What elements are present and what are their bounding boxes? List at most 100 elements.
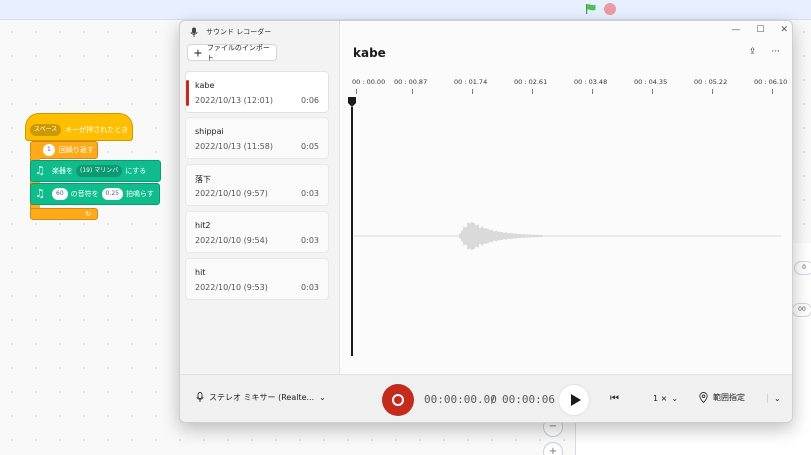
repeat-block-label: 回繰り返す (58, 146, 94, 154)
playback-speed-value: 1 × (653, 394, 668, 403)
timeline-tick-mark (712, 89, 713, 94)
timeline-tick-mark (472, 89, 473, 94)
recording-name: 落下 (195, 175, 211, 184)
timeline-tick-label: 00 : 01.74 (454, 78, 488, 86)
stop-icon[interactable] (604, 3, 616, 15)
total-time: 00:00:06 (502, 393, 555, 406)
recording-item-shippai[interactable]: shippai 2022/10/13 (11:58) 0:05 (185, 117, 329, 159)
title-bar[interactable]: サウンド レコーダー (180, 21, 339, 43)
microphone-app-icon (190, 27, 198, 37)
timeline-tick-mark (772, 89, 773, 94)
repeat-count-input[interactable]: 1 (43, 144, 55, 156)
recording-date: 2022/10/10 (9:53) (195, 283, 268, 292)
timeline-tick-mark (592, 89, 593, 94)
timeline-tick-label: 00 : 02.61 (514, 78, 548, 86)
record-icon (392, 394, 404, 406)
sound-recorder-window: サウンド レコーダー ファイルのインポート kabe 2022/10/13 (1… (179, 20, 793, 423)
app-title: サウンド レコーダー (206, 28, 272, 36)
plus-icon (194, 49, 202, 56)
instrument-dropdown[interactable]: (19) マリンバ (76, 165, 123, 177)
repeat-block[interactable]: 1 回繰り返す (30, 141, 98, 159)
recordings-sidebar: サウンド レコーダー ファイルのインポート kabe 2022/10/13 (1… (180, 21, 339, 374)
recording-duration: 0:06 (301, 96, 319, 105)
microphone-select[interactable]: ステレオ ミキサー (Realte... ⌄ (196, 392, 326, 403)
close-icon[interactable]: ✕ (780, 25, 788, 35)
recording-name: hit (195, 268, 206, 277)
timeline-tick-label: 00 : 00.00 (352, 78, 386, 86)
recording-date: 2022/10/13 (11:58) (195, 142, 273, 151)
playback-panel: — ☐ ✕ kabe ⇪ ··· 00 : 00.00 00 : 00.87 00 … (339, 21, 792, 374)
share-icon[interactable]: ⇪ (749, 47, 757, 57)
more-options-icon[interactable]: ··· (771, 47, 780, 57)
sprite-field-size[interactable]: 00 (792, 303, 811, 317)
chevron-down-icon: ⌄ (319, 393, 326, 402)
beats-suffix-label: 拍鳴らす (126, 190, 154, 198)
recording-date: 2022/10/10 (9:54) (195, 236, 268, 245)
timeline-tick-label: 00 : 05.22 (694, 78, 728, 86)
range-select-button[interactable]: 範囲指定 (699, 392, 745, 403)
instrument-suffix-label: にする (125, 167, 147, 175)
play-note-block[interactable]: ♫ 60 の音符を 0.25 拍鳴らす (30, 183, 160, 205)
recording-name: hit2 (195, 221, 211, 230)
sprite-field-x[interactable]: 0 (794, 261, 811, 275)
set-instrument-block[interactable]: ♫ 楽器を (19) マリンバ にする (30, 160, 161, 182)
timeline-tick-mark (356, 89, 357, 94)
timeline-tick-label: 00 : 06.10 (754, 78, 788, 86)
timeline-tick-mark (532, 89, 533, 94)
recording-item-rakka[interactable]: 落下 2022/10/10 (9:57) 0:03 (185, 164, 329, 206)
recording-item-hit2[interactable]: hit2 2022/10/10 (9:54) 0:03 (185, 211, 329, 253)
music-note-icon: ♫ (35, 164, 45, 177)
timeline-ruler[interactable]: 00 : 00.00 00 : 00.87 00 : 01.74 00 : 02.61… (352, 78, 787, 98)
recording-title[interactable]: kabe (353, 46, 386, 60)
selection-indicator (186, 80, 189, 106)
recording-item-kabe[interactable]: kabe 2022/10/13 (12:01) 0:06 (185, 71, 329, 113)
import-file-button[interactable]: ファイルのインポート (187, 43, 277, 62)
key-dropdown[interactable]: スペース (30, 124, 62, 136)
waveform[interactable] (354, 176, 784, 296)
play-icon (570, 394, 581, 406)
playhead-line (351, 107, 353, 356)
range-options-chevron-icon[interactable]: ⌄ (767, 394, 781, 403)
pin-icon (699, 392, 708, 403)
record-button[interactable] (382, 384, 414, 416)
recording-date: 2022/10/10 (9:57) (195, 189, 268, 198)
playback-speed-select[interactable]: 1 × ⌄ (653, 394, 678, 403)
play-button[interactable] (558, 384, 590, 416)
timeline-tick-label: 00 : 04.35 (634, 78, 668, 86)
recording-name: shippai (195, 127, 224, 136)
recording-duration: 0:05 (301, 142, 319, 151)
current-time: 00:00:00.00 (424, 393, 497, 406)
skip-back-icon[interactable]: ⏮ (610, 393, 619, 404)
recording-name: kabe (195, 81, 215, 90)
stage-toolbar (0, 0, 811, 20)
repeat-block-end: ↻ (30, 208, 98, 220)
import-file-label: ファイルのインポート (206, 43, 270, 62)
transport-bar: ステレオ ミキサー (Realte... ⌄ 00:00:00.00 / 00:… (180, 374, 792, 422)
microphone-device-label: ステレオ ミキサー (Realte... (209, 393, 315, 402)
timeline-tick-mark (652, 89, 653, 94)
timeline-tick-label: 00 : 03.48 (574, 78, 608, 86)
time-separator: / (491, 393, 495, 406)
recording-item-hit[interactable]: hit 2022/10/10 (9:53) 0:03 (185, 258, 329, 300)
recording-duration: 0:03 (301, 189, 319, 198)
microphone-icon (196, 392, 204, 402)
minimize-icon[interactable]: — (731, 25, 740, 35)
music-note-icon: ♫ (35, 187, 45, 200)
window-controls: — ☐ ✕ (731, 25, 788, 35)
note-mid-label: の音符を (70, 190, 99, 198)
beats-input[interactable]: 0.25 (101, 188, 123, 200)
event-block-label: キーが押されたとき (65, 126, 129, 134)
green-flag-icon[interactable] (585, 3, 597, 15)
recording-date: 2022/10/13 (12:01) (195, 96, 273, 105)
zoom-reset-icon[interactable]: + (543, 442, 563, 455)
when-key-pressed-block[interactable]: スペース キーが押されたとき (25, 113, 133, 141)
maximize-icon[interactable]: ☐ (756, 25, 764, 35)
recording-duration: 0:03 (301, 283, 319, 292)
playhead-handle[interactable] (348, 97, 356, 107)
note-input[interactable]: 60 (52, 188, 68, 200)
timeline-tick-label: 00 : 00.87 (394, 78, 428, 86)
range-select-label: 範囲指定 (713, 393, 745, 402)
instrument-prefix-label: 楽器を (52, 167, 73, 175)
timeline-tick-mark (412, 89, 413, 94)
recording-actions: ⇪ ··· (749, 47, 780, 57)
